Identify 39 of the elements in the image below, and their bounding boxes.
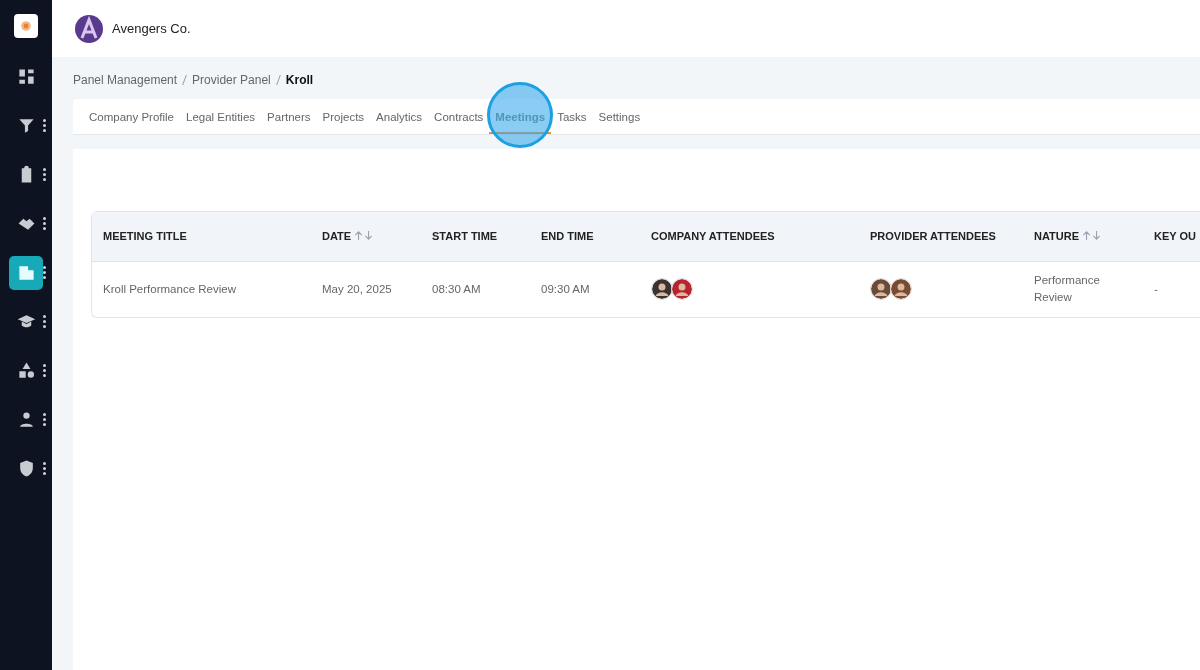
breadcrumb-link[interactable]: Provider Panel <box>192 73 271 87</box>
more-icon[interactable] <box>43 315 46 328</box>
table-cell-text: 09:30 AM <box>541 281 590 297</box>
column-header: KEY OU <box>1154 230 1196 243</box>
breadcrumb-link[interactable]: Panel Management <box>73 73 178 87</box>
column-header: PROVIDER ATTENDEES <box>870 230 996 243</box>
column-header: NATURE <box>1034 230 1079 243</box>
dashboard-icon <box>16 67 36 86</box>
tab[interactable]: Settings <box>592 99 647 134</box>
app-logo-icon[interactable] <box>14 14 38 38</box>
shapes-icon <box>16 361 36 380</box>
tab[interactable]: Legal Entities <box>180 99 262 134</box>
more-icon[interactable] <box>43 364 46 377</box>
table-cell-text: 08:30 AM <box>432 281 481 297</box>
table-cell-text: - <box>1154 281 1158 297</box>
tab[interactable]: Partners <box>261 99 317 134</box>
tab[interactable]: Company Profile <box>83 99 180 134</box>
column-header: COMPANY ATTENDEES <box>651 230 775 243</box>
column-header: START TIME <box>432 230 498 243</box>
company-name: Avengers Co. <box>112 21 191 36</box>
more-icon[interactable] <box>43 217 46 230</box>
breadcrumb-current: Kroll <box>285 73 314 87</box>
tab[interactable]: Contracts <box>428 99 490 134</box>
more-icon[interactable] <box>43 266 46 279</box>
logo-icon <box>74 13 104 44</box>
more-icon[interactable] <box>43 413 46 426</box>
tab[interactable]: Analytics <box>370 99 429 134</box>
tab[interactable]: Tasks <box>551 99 593 134</box>
table-cell-text: May 20, 2025 <box>322 281 392 297</box>
column-header: END TIME <box>541 230 594 243</box>
more-icon[interactable] <box>43 119 46 132</box>
column-header: MEETING TITLE <box>103 230 187 243</box>
table-cell-text: Performance Review <box>1034 273 1101 306</box>
tab[interactable]: Projects <box>316 99 371 134</box>
nav-item[interactable] <box>9 255 43 290</box>
column-header: DATE <box>322 230 352 243</box>
more-icon[interactable] <box>43 168 46 181</box>
table-cell-text: Kroll Performance Review <box>103 281 236 297</box>
more-icon[interactable] <box>43 462 46 475</box>
